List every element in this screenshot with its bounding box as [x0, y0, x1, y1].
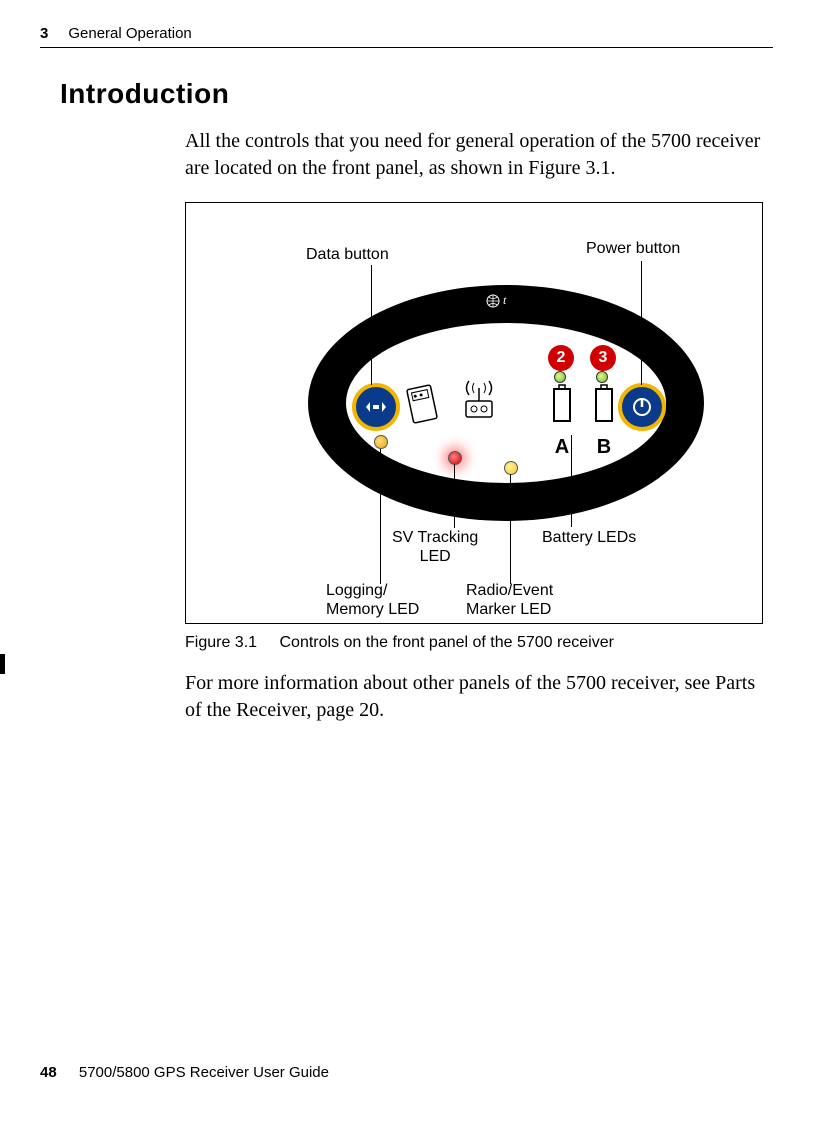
brand-label: t	[486, 293, 506, 308]
leader-line	[641, 261, 642, 385]
callout-sv-tracking: SV Tracking LED	[392, 528, 478, 566]
page-header: 3 General Operation	[40, 25, 773, 48]
figure-frame: Data button Power button t	[185, 202, 763, 624]
battery-b-number: 3	[590, 345, 616, 371]
battery-a-icon	[548, 383, 576, 431]
page-footer: 48 5700/5800 GPS Receiver User Guide	[40, 1064, 329, 1081]
globe-icon	[486, 294, 500, 308]
callout-sv-tracking-l1: SV Tracking	[392, 529, 478, 546]
callout-radio-event-l1: Radio/Event	[466, 582, 553, 599]
data-button[interactable]	[352, 383, 400, 431]
battery-a-group: 2 A	[544, 383, 580, 459]
callout-data-button: Data button	[306, 245, 389, 264]
leader-line	[380, 449, 381, 584]
leader-line	[371, 265, 372, 385]
callout-logging-memory: Logging/ Memory LED	[326, 581, 419, 619]
figure-caption: Figure 3.1 Controls on the front panel o…	[185, 634, 773, 652]
battery-b-led	[596, 371, 608, 383]
chapter-title: General Operation	[68, 25, 191, 42]
after-figure-paragraph: For more information about other panels …	[185, 670, 763, 724]
callout-sv-tracking-l2: LED	[420, 548, 451, 565]
battery-b-label: B	[586, 436, 622, 459]
intro-paragraph: All the controls that you need for gener…	[185, 128, 763, 182]
memory-card-icon	[404, 383, 440, 425]
battery-a-led	[554, 371, 566, 383]
battery-a-number: 2	[548, 345, 574, 371]
section-title: Introduction	[60, 78, 773, 110]
callout-power-button: Power button	[586, 239, 680, 258]
callout-logging-memory-l2: Memory LED	[326, 601, 419, 618]
amber-led	[374, 435, 388, 449]
chapter-number: 3	[40, 25, 48, 42]
callout-radio-event-l2: Marker LED	[466, 601, 551, 618]
battery-b-group: 3 B	[586, 383, 622, 459]
data-button-icon	[364, 400, 388, 414]
change-bar	[0, 654, 5, 674]
callout-radio-event: Radio/Event Marker LED	[466, 581, 553, 619]
battery-a-label: A	[544, 436, 580, 459]
document-page: 3 General Operation Introduction All the…	[0, 0, 833, 1121]
figure-caption-text: Controls on the front panel of the 5700 …	[280, 634, 614, 651]
page-number: 48	[40, 1064, 57, 1081]
leader-line	[454, 464, 455, 528]
footer-doc-title: 5700/5800 GPS Receiver User Guide	[79, 1064, 329, 1081]
sv-tracking-led	[448, 451, 462, 465]
battery-b-icon	[590, 383, 618, 431]
callout-battery-leds: Battery LEDs	[542, 528, 636, 547]
figure-number: Figure 3.1	[185, 634, 257, 651]
power-button[interactable]	[618, 383, 666, 431]
leader-line	[571, 435, 572, 527]
leader-line	[510, 474, 511, 584]
power-button-icon	[631, 396, 653, 418]
radio-event-led	[504, 461, 518, 475]
callout-logging-memory-l1: Logging/	[326, 582, 387, 599]
radio-antenna-icon	[454, 373, 504, 423]
